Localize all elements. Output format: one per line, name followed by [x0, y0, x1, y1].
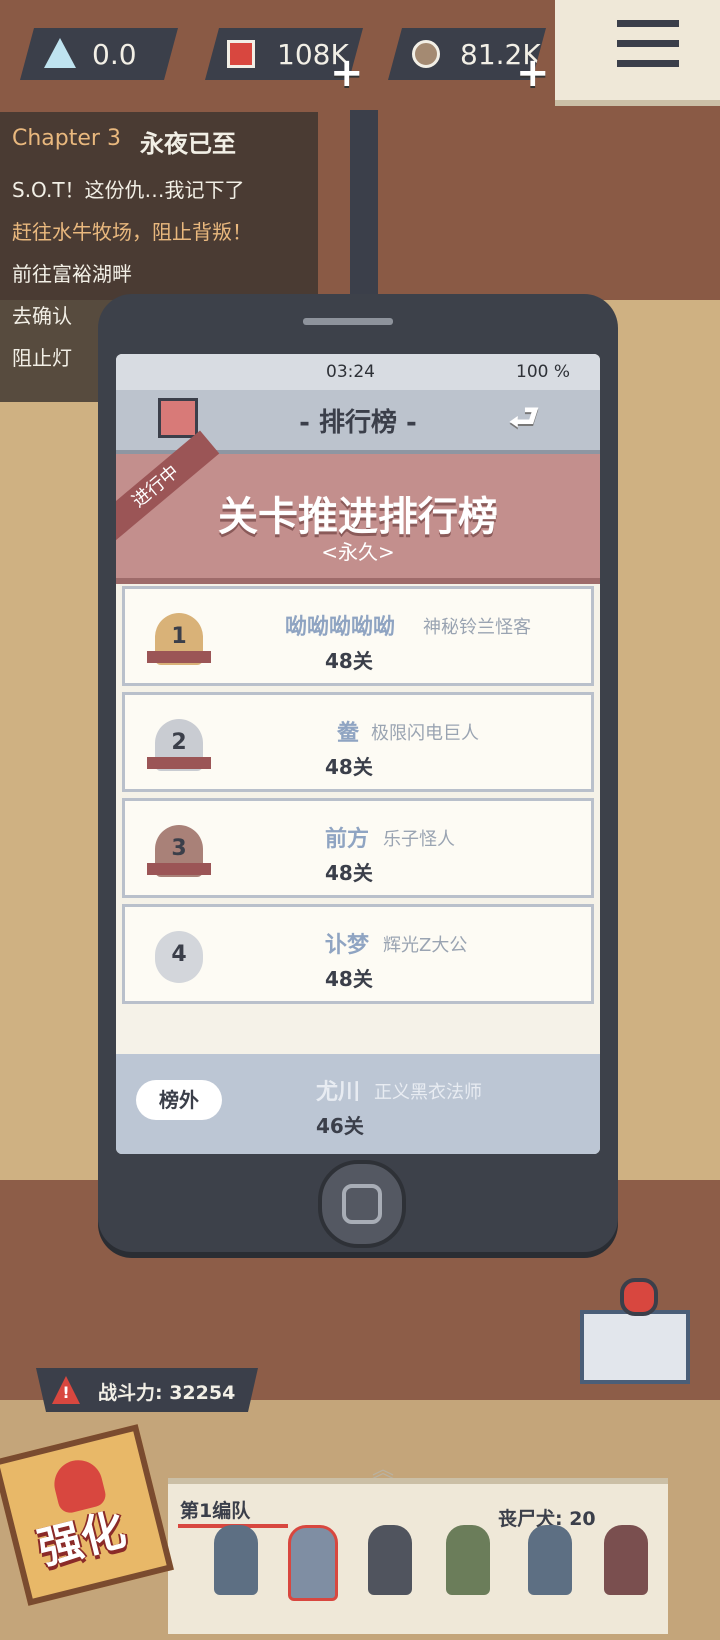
phone-screen: 03:24 100 % - 排行榜 - ⮐ 进行中 关卡推进排行榜 <永久> 1…	[116, 354, 600, 1154]
squad-unit[interactable]	[288, 1525, 338, 1601]
quest-line[interactable]: 赶往水牛牧场，阻止背叛！	[12, 216, 252, 245]
outside-rank-badge: 榜外	[136, 1080, 222, 1120]
rank-row[interactable]: 2 鲞 极限闪电巨人 48关	[122, 692, 594, 792]
my-rank-row[interactable]: 榜外 尤川 正义黑衣法师 46关	[116, 1054, 600, 1154]
stage-count: 48关	[325, 649, 373, 673]
menu-bar-icon	[617, 60, 679, 67]
crystal-icon	[44, 38, 76, 68]
home-button[interactable]	[318, 1160, 406, 1248]
player-name: 尤川	[316, 1080, 361, 1105]
rank-ribbon	[147, 757, 211, 769]
squad-unit[interactable]	[214, 1525, 258, 1595]
stage-count: 48关	[325, 755, 373, 779]
rank-number: 1	[171, 624, 187, 649]
player-name: 鲞	[337, 721, 360, 746]
stage-count: 48关	[325, 861, 373, 885]
quest-line[interactable]: 去确认	[12, 300, 72, 329]
team-name: 辉光Z大公	[383, 935, 468, 956]
quest-line[interactable]: 阻止灯	[12, 342, 72, 371]
team-name: 神秘铃兰怪客	[423, 617, 531, 638]
leaderboard-title: 关卡推进排行榜	[218, 494, 498, 540]
status-bar: 03:24 100 %	[116, 354, 600, 390]
phone-speaker	[303, 318, 393, 325]
scrap-icon	[412, 40, 440, 68]
player-name: 前方	[325, 827, 370, 852]
rank-circle-icon: 4	[155, 931, 203, 983]
rank-number: 2	[171, 730, 187, 755]
player-name: 呦呦呦呦呦	[285, 615, 396, 640]
team-name: 极限闪电巨人	[371, 723, 479, 744]
squad-unit[interactable]	[368, 1525, 412, 1595]
main-menu-button[interactable]	[555, 0, 720, 106]
squad-unit[interactable]	[528, 1525, 572, 1595]
combat-power: ! 战斗力: 32254	[36, 1368, 258, 1412]
menu-bar-icon	[617, 40, 679, 47]
rank-row[interactable]: 1 呦呦呦呦呦 神秘铃兰怪客 48关	[122, 586, 594, 686]
leaderboard-banner: 进行中 关卡推进排行榜 <永久>	[116, 430, 600, 584]
warning-icon: !	[52, 1376, 80, 1404]
rank-ribbon	[147, 651, 211, 663]
upgrade-label: 强化	[33, 1504, 131, 1575]
map-button[interactable]	[580, 1278, 690, 1384]
menu-bar-icon	[617, 20, 679, 27]
rank-number: 3	[171, 836, 187, 861]
leaderboard-subtitle: <永久>	[321, 540, 395, 564]
rank-number: 4	[171, 942, 187, 967]
quest-line[interactable]: 前往富裕湖畔	[12, 258, 132, 287]
back-arrow-icon[interactable]: ⮐	[496, 398, 552, 438]
squad-name: 第1编队	[180, 1500, 251, 1522]
game-scene: 0.0 108K + 81.2K + Chapter 3 永夜已至 S.O.T！…	[0, 0, 720, 1640]
rank-row[interactable]: 3 前方 乐子怪人 48关	[122, 798, 594, 898]
combat-power-value: 战斗力: 32254	[98, 1382, 236, 1404]
rank-ribbon	[147, 863, 211, 875]
leaderboard-phone: 03:24 100 % - 排行榜 - ⮐ 进行中 关卡推进排行榜 <永久> 1…	[98, 294, 618, 1252]
quest-line[interactable]: S.O.T！这份仇…我记下了	[12, 174, 245, 203]
crystal-counter[interactable]: 0.0	[20, 28, 178, 80]
add-parts-button[interactable]: +	[330, 50, 364, 96]
stage-count: 48关	[325, 967, 373, 991]
clock: 03:24	[326, 362, 375, 382]
parts-icon	[227, 40, 255, 68]
team-name: 正义黑衣法师	[374, 1082, 482, 1103]
chapter-name: 永夜已至	[140, 130, 236, 158]
player-name: 讣梦	[325, 933, 370, 958]
crystal-value: 0.0	[92, 38, 137, 71]
add-scrap-button[interactable]: +	[516, 50, 550, 96]
rank-row[interactable]: 4 讣梦 辉光Z大公 48关	[122, 904, 594, 1004]
stage-count: 46关	[316, 1114, 364, 1138]
battery-level: 100 %	[516, 362, 571, 382]
map-pin-icon	[620, 1278, 658, 1316]
team-name: 乐子怪人	[383, 829, 455, 850]
chapter-label: Chapter 3	[12, 126, 121, 151]
squad-unit[interactable]	[446, 1525, 490, 1595]
squad-unit[interactable]	[604, 1525, 648, 1595]
home-square-icon	[342, 1184, 382, 1224]
antenna-tower	[350, 110, 378, 300]
